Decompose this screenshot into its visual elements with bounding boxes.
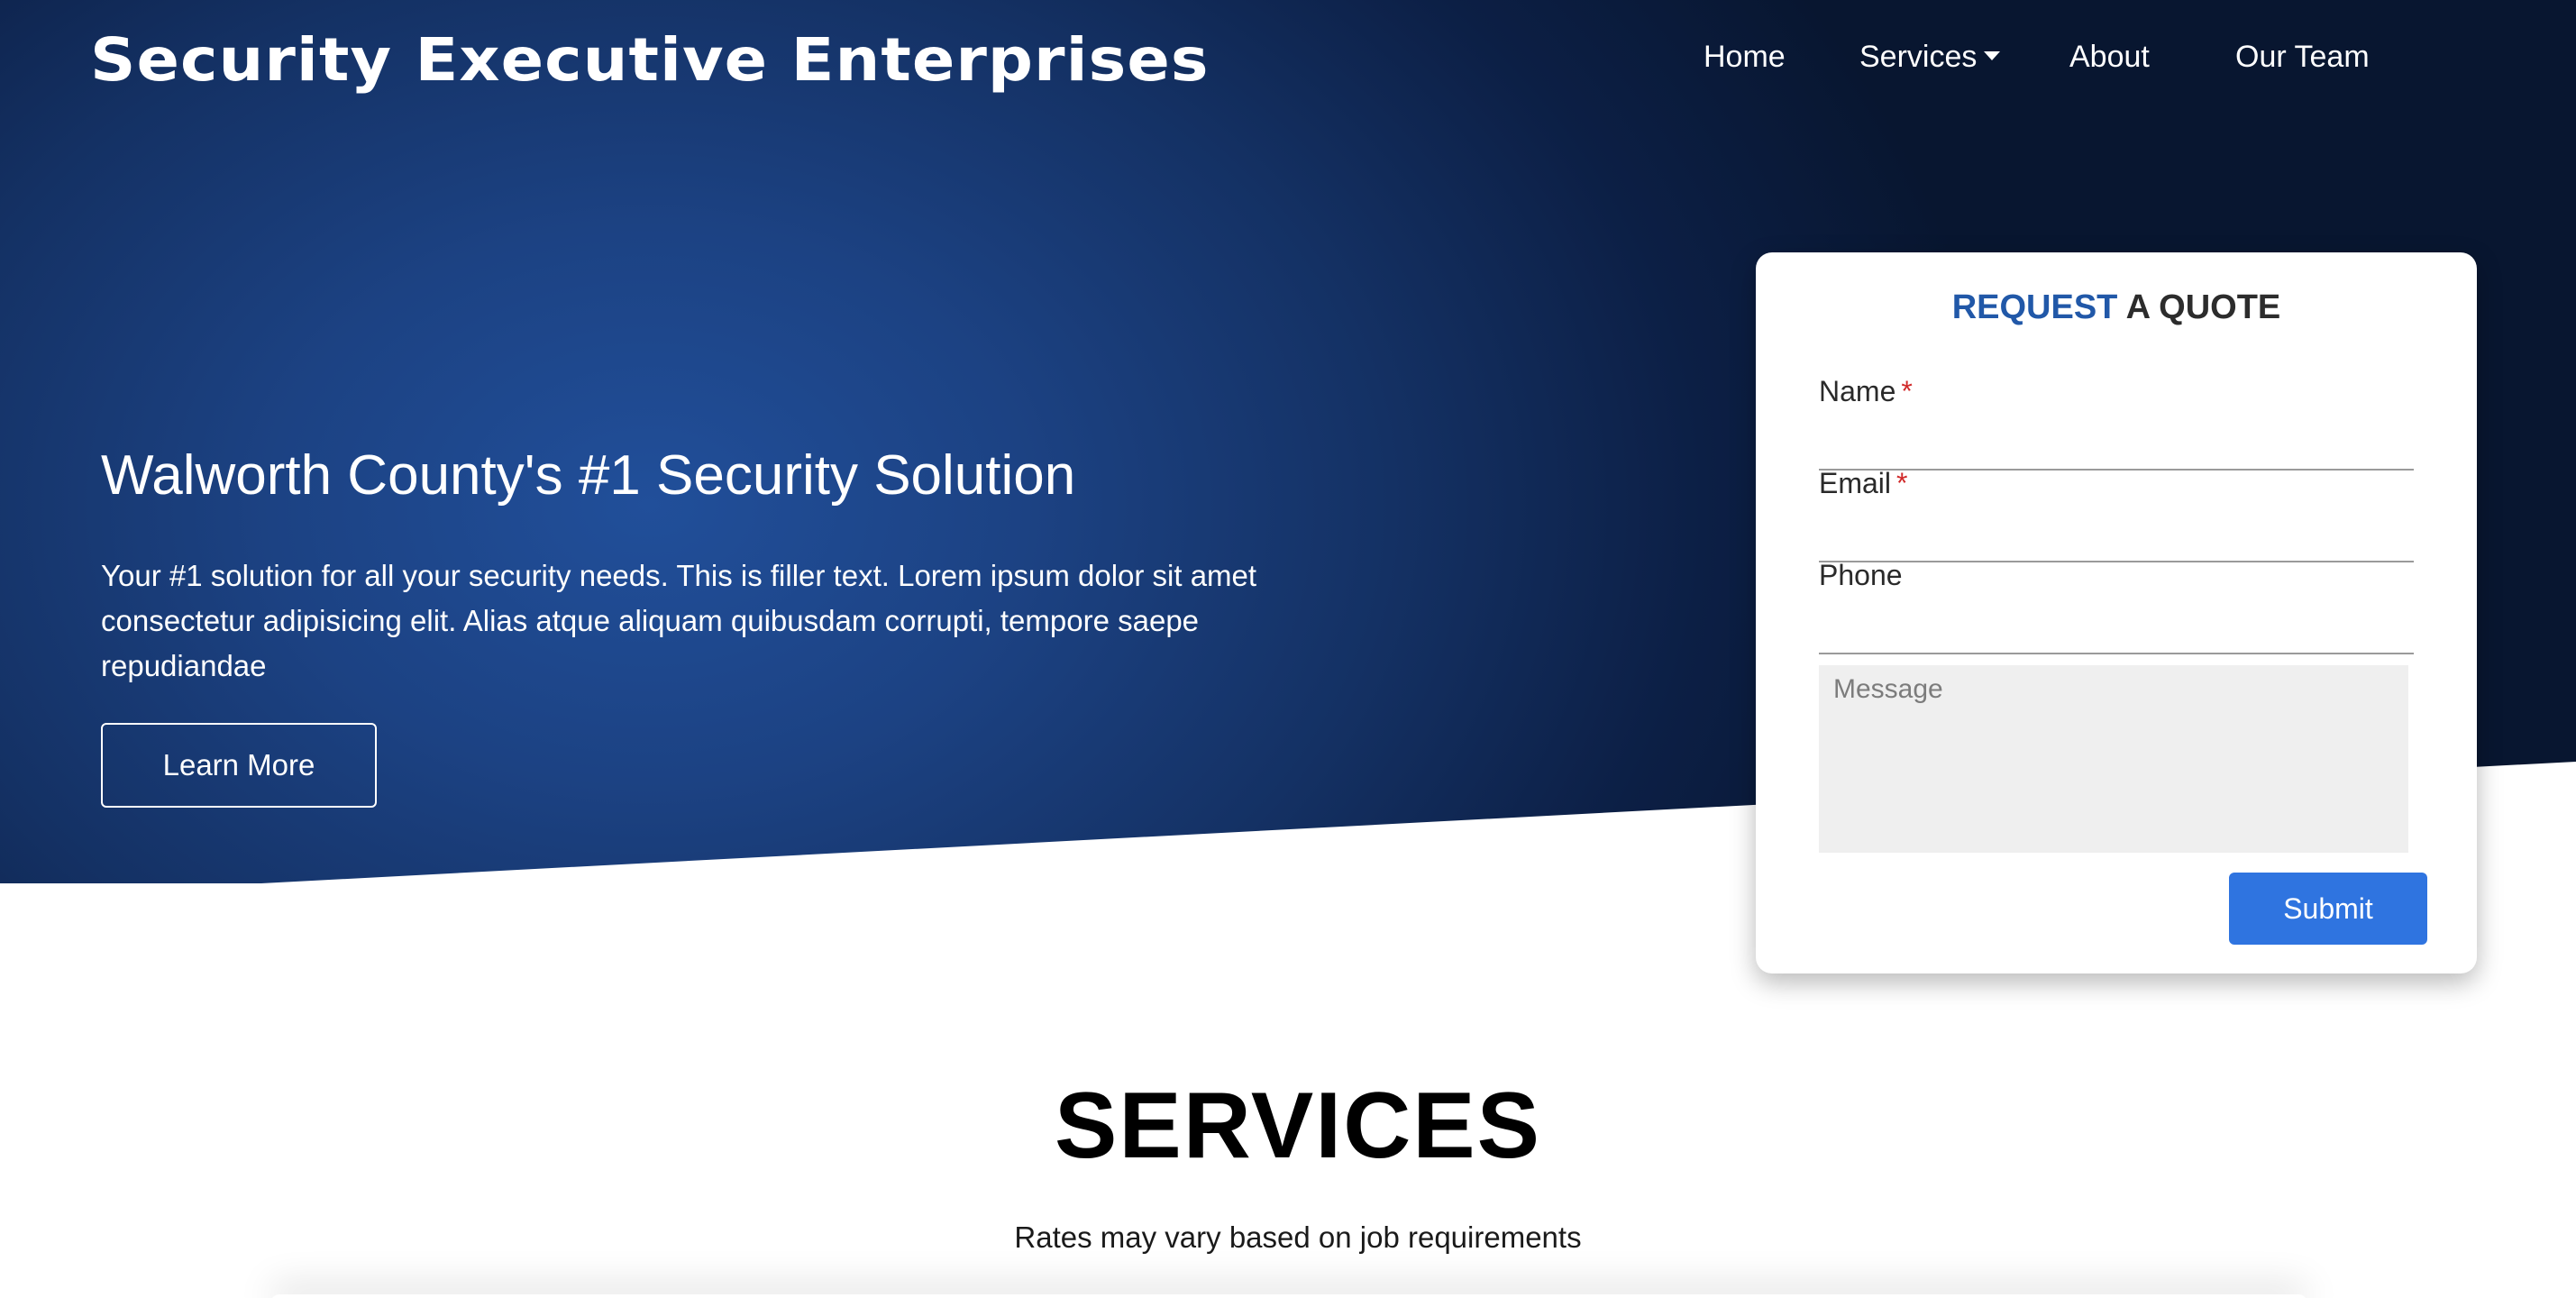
- nav-our-team-link[interactable]: Our Team: [2235, 40, 2370, 75]
- name-label-text: Name: [1819, 375, 1896, 407]
- phone-field-label: Phone: [1819, 559, 1903, 592]
- name-field-label: Name *: [1819, 375, 1913, 408]
- learn-more-button[interactable]: Learn More: [101, 723, 377, 808]
- name-input[interactable]: [1819, 429, 2414, 471]
- hero-description: Your #1 solution for all your security n…: [101, 559, 1257, 682]
- nav-home-label: Home: [1704, 40, 1786, 74]
- nav-about-label: About: [2069, 40, 2150, 74]
- nav-services-dropdown[interactable]: Services: [1859, 40, 2001, 75]
- hero-title: Walworth County's #1 Security Solution: [101, 444, 1076, 507]
- services-card-edge: [270, 1294, 2307, 1298]
- email-label-text: Email: [1819, 467, 1892, 499]
- email-required-mark: *: [1896, 467, 1908, 499]
- submit-button[interactable]: Submit: [2229, 873, 2427, 945]
- email-field-label: Email *: [1819, 467, 1907, 500]
- message-textarea[interactable]: [1819, 665, 2408, 853]
- quote-title-rest: A QUOTE: [2125, 288, 2281, 326]
- nav-our-team-label: Our Team: [2235, 40, 2370, 74]
- phone-label-text: Phone: [1819, 559, 1903, 591]
- main-nav: Home Services About Our Team: [0, 40, 2576, 85]
- quote-title-accent: REQUEST: [1951, 288, 2118, 326]
- services-heading: SERVICES: [1054, 1074, 1542, 1178]
- name-required-mark: *: [1901, 375, 1913, 407]
- phone-input[interactable]: [1819, 613, 2414, 654]
- nav-about-link[interactable]: About: [2069, 40, 2150, 75]
- services-subheading: Rates may vary based on job requirements: [1014, 1220, 1582, 1254]
- request-quote-form: REQUEST A QUOTE Name* Email* Phone Submi…: [1756, 252, 2477, 974]
- page: Security Executive Enterprises Home Serv…: [0, 0, 2576, 1298]
- email-input[interactable]: [1819, 521, 2414, 562]
- caret-down-icon: [1984, 51, 2001, 61]
- quote-form-title: REQUEST A QUOTE: [1756, 288, 2477, 327]
- nav-home-link[interactable]: Home: [1704, 40, 1786, 75]
- nav-services-label: Services: [1859, 40, 1978, 74]
